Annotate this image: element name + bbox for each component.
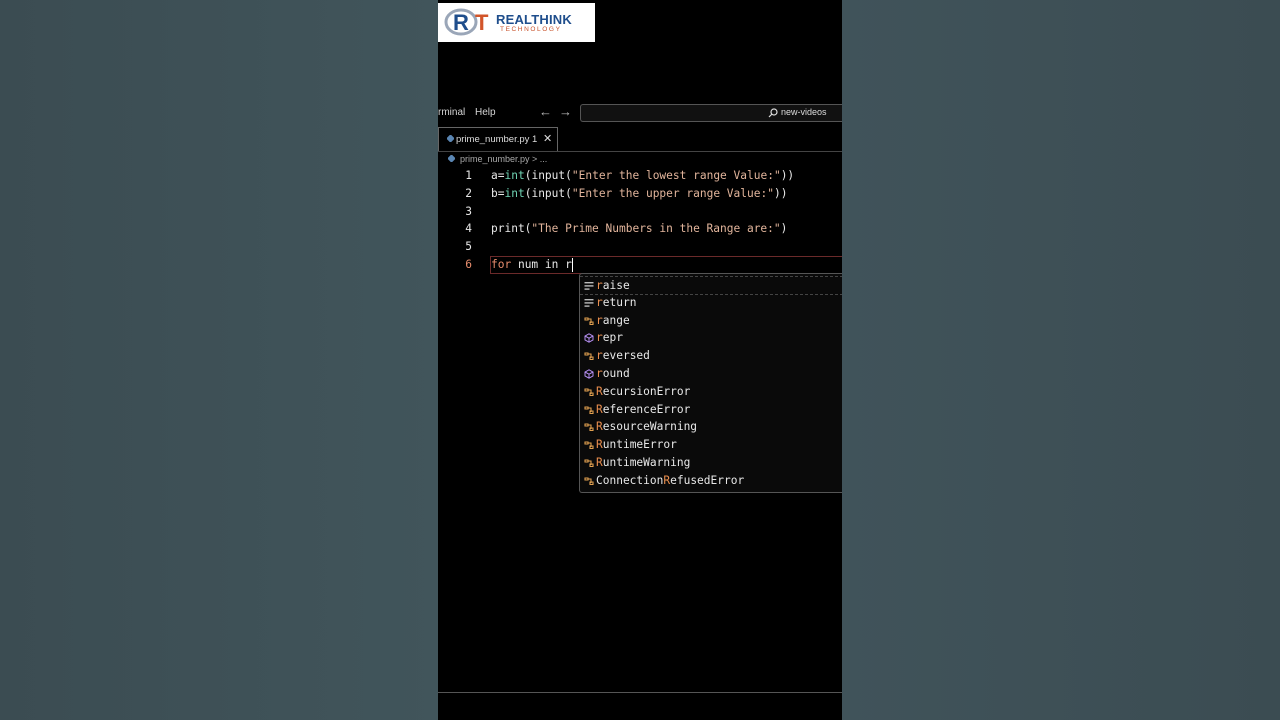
menu-terminal[interactable]: rminal	[438, 107, 465, 118]
menu-help[interactable]: Help	[475, 107, 496, 118]
back-arrow-icon[interactable]: ←	[539, 104, 552, 119]
line-number: 2	[465, 187, 472, 200]
code-line: 3	[438, 205, 842, 223]
suggestion-item[interactable]: round	[580, 365, 842, 382]
suggestion-item[interactable]: raise	[580, 276, 842, 295]
breadcrumb: prime_number.py > ...	[438, 152, 842, 166]
search-icon	[768, 108, 778, 118]
class-icon	[584, 316, 594, 326]
menu-bar: rminal Help ← → new-videos	[438, 102, 842, 124]
tab-prime-number[interactable]: prime_number.py 1 ✕	[438, 127, 558, 151]
suggestion-item[interactable]: reversed	[580, 347, 842, 364]
code-line: 1 a=int(input("Enter the lowest range Va…	[438, 169, 842, 187]
breadcrumb-text[interactable]: prime_number.py > ...	[460, 154, 547, 164]
line-number: 1	[465, 169, 472, 182]
line-number: 6	[465, 258, 472, 271]
background-right	[842, 0, 1280, 720]
suggestion-item[interactable]: RuntimeWarning	[580, 454, 842, 471]
suggestion-item[interactable]: return	[580, 294, 842, 311]
line-number: 5	[465, 240, 472, 253]
suggestion-label: repr	[596, 331, 623, 345]
class-icon	[584, 476, 594, 486]
suggestion-label: RecursionError	[596, 384, 691, 398]
class-icon	[584, 387, 594, 397]
suggestion-label: ConnectionRefusedError	[596, 473, 745, 487]
text-cursor	[571, 258, 573, 272]
suggestion-label: range	[596, 313, 630, 327]
svg-text:T: T	[475, 10, 489, 35]
suggestion-item[interactable]: range	[580, 312, 842, 329]
line-number: 3	[465, 205, 472, 218]
rt-logo-icon: R T	[444, 8, 489, 36]
code-line: 2 b=int(input("Enter the upper range Val…	[438, 187, 842, 205]
keyword-icon	[584, 281, 594, 291]
suggestion-label: ReferenceError	[596, 402, 691, 416]
search-text: new-videos	[781, 107, 827, 117]
suggestion-item[interactable]: RuntimeError	[580, 436, 842, 453]
line-source: a=int(input("Enter the lowest range Valu…	[491, 169, 795, 182]
line-source: print("The Prime Numbers in the Range ar…	[491, 222, 788, 235]
suggestion-label: round	[596, 367, 630, 380]
suggestion-label: RuntimeError	[596, 438, 677, 452]
suggestion-label: ResourceWarning	[596, 420, 698, 434]
function-icon	[584, 369, 594, 379]
code-line: 4 print("The Prime Numbers in the Range …	[438, 222, 842, 240]
panel-divider	[438, 692, 842, 693]
suggestion-label: reversed	[596, 349, 650, 363]
suggestion-item[interactable]: ResourceWarning	[580, 418, 842, 435]
suggestion-item[interactable]: ConnectionRefusedError	[580, 472, 842, 489]
line-number: 4	[465, 222, 472, 235]
class-icon	[584, 405, 594, 415]
logo-sub-text: TECHNOLOGY	[500, 26, 562, 33]
function-icon	[584, 333, 594, 344]
editor-tabs: prime_number.py 1 ✕	[438, 126, 842, 152]
class-icon	[584, 458, 594, 468]
command-center-search[interactable]: new-videos	[580, 104, 842, 122]
close-icon[interactable]: ✕	[543, 132, 552, 145]
suggestion-label: raise	[596, 279, 630, 292]
suggestion-label: RuntimeWarning	[596, 456, 691, 469]
svg-text:R: R	[453, 10, 469, 35]
autocomplete-popup[interactable]: raise return range repr reversed round Recursi…	[579, 273, 842, 493]
line-source[interactable]: for num in r	[491, 258, 573, 272]
keyword-icon	[584, 298, 594, 308]
suggestion-label: return	[596, 295, 637, 309]
background-left	[0, 0, 438, 720]
suggestion-item[interactable]: ReferenceError	[580, 401, 842, 418]
realthink-logo: R T REALTHINK TECHNOLOGY	[438, 3, 595, 42]
suggestion-item[interactable]: repr	[580, 329, 842, 346]
logo-brand-text: REALTHINK	[496, 12, 572, 27]
python-file-icon	[447, 135, 454, 142]
line-source: b=int(input("Enter the upper range Value…	[491, 187, 788, 200]
suggestion-item[interactable]: RecursionError	[580, 383, 842, 400]
python-file-icon	[448, 155, 455, 162]
forward-arrow-icon[interactable]: →	[559, 104, 572, 119]
class-icon	[584, 422, 594, 432]
tab-label: prime_number.py 1	[456, 134, 538, 145]
class-icon	[584, 440, 594, 450]
class-icon	[584, 351, 594, 361]
video-frame: R T REALTHINK TECHNOLOGY rminal Help ← →…	[438, 0, 842, 720]
